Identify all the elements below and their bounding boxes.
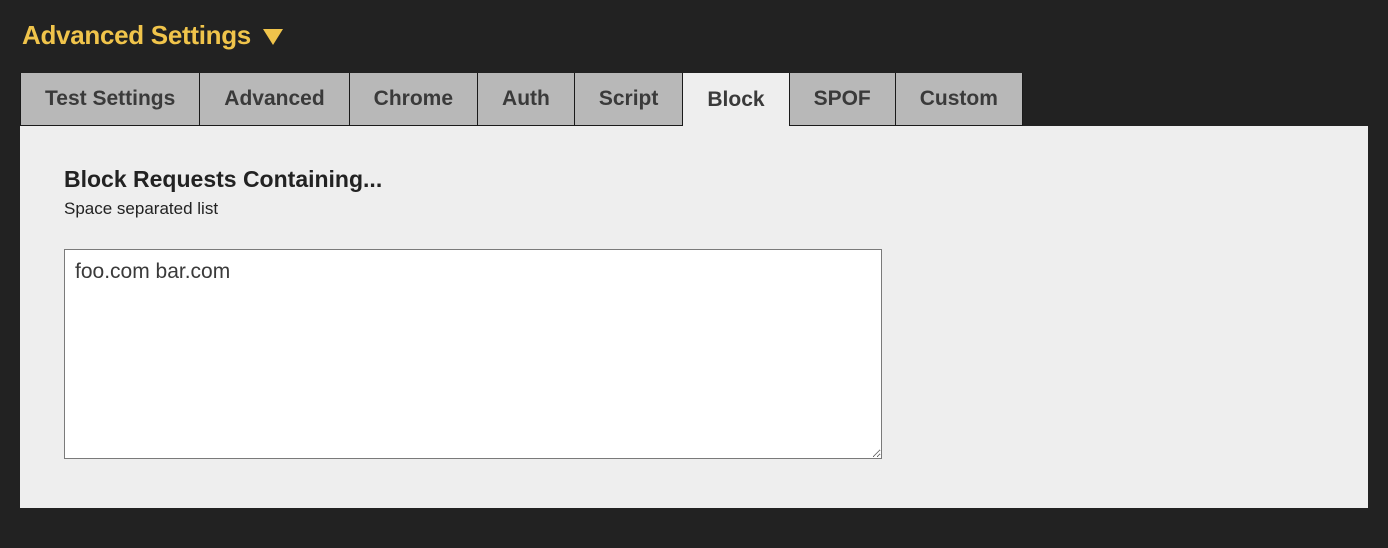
tab-spof[interactable]: SPOF: [790, 73, 896, 126]
block-subtext: Space separated list: [64, 199, 1324, 219]
tab-custom[interactable]: Custom: [896, 73, 1023, 126]
tab-auth[interactable]: Auth: [478, 73, 575, 126]
block-heading: Block Requests Containing...: [64, 166, 1324, 193]
chevron-down-icon: [263, 29, 283, 45]
advanced-settings-title: Advanced Settings: [22, 20, 251, 51]
block-requests-input[interactable]: [64, 249, 882, 459]
tab-test-settings[interactable]: Test Settings: [20, 73, 200, 126]
tab-block[interactable]: Block: [683, 73, 789, 126]
settings-tabs: Test Settings Advanced Chrome Auth Scrip…: [20, 73, 1368, 126]
tab-chrome[interactable]: Chrome: [350, 73, 478, 126]
tab-script[interactable]: Script: [575, 73, 684, 126]
advanced-settings-header[interactable]: Advanced Settings: [20, 20, 1368, 51]
tab-advanced[interactable]: Advanced: [200, 73, 349, 126]
block-panel: Block Requests Containing... Space separ…: [20, 126, 1368, 508]
